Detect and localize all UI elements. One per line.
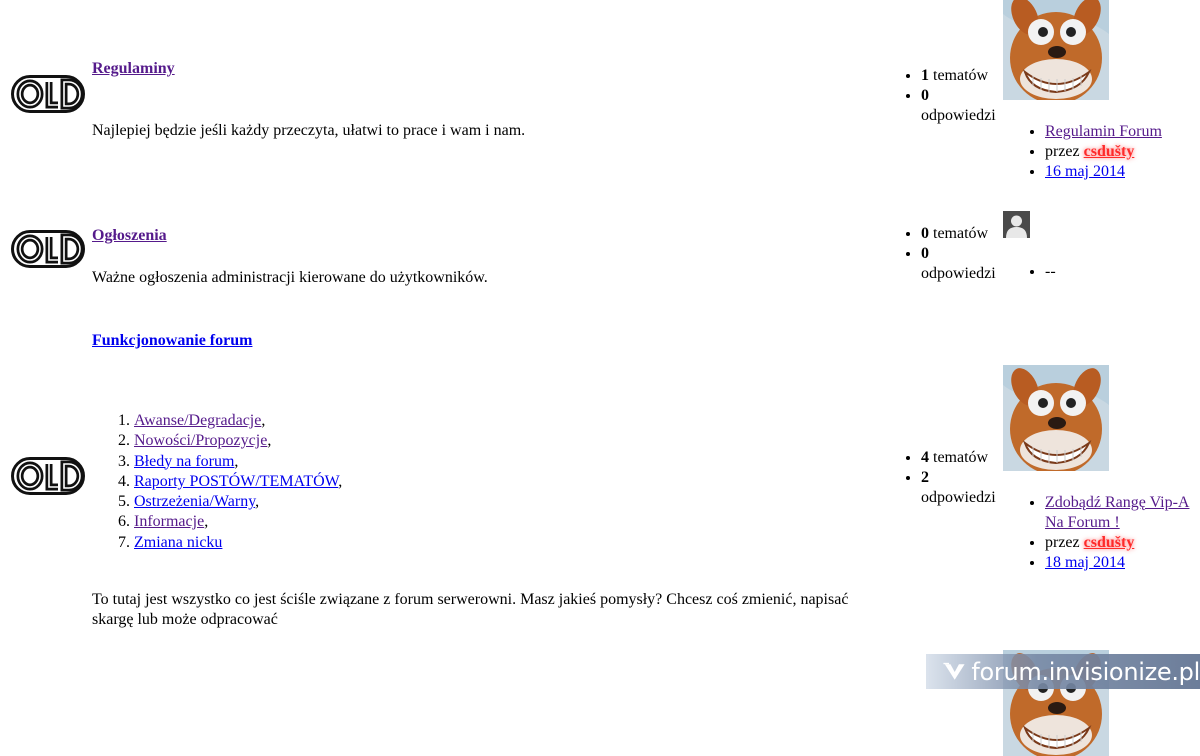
last-post-topic-link[interactable]: Zdobądź Rangę Vip-A Na Forum ! [1045, 494, 1189, 531]
forum-stats: 0 tematów 0 odpowiedzi [901, 224, 1001, 284]
subforum-link-awanse[interactable]: Awanse/Degradacje [134, 412, 261, 429]
topics-count: 4 [921, 449, 929, 466]
subforum-link-nowosci[interactable]: Nowości/Propozycje [134, 432, 267, 449]
replies-stat: 2 odpowiedzi [921, 468, 1001, 508]
last-post-author: przez csdušty [1045, 533, 1200, 553]
last-post-topic: Regulamin Forum [1045, 122, 1200, 142]
last-poster-avatar[interactable] [1003, 0, 1109, 100]
subforum-item: Raporty POSTÓW/TEMATÓW, [134, 472, 492, 492]
forum-description: Najlepiej będzie jeśli każdy przeczyta, … [92, 122, 526, 139]
author-link[interactable]: csdušty [1084, 534, 1135, 551]
subforum-item: Błedy na forum, [134, 452, 492, 472]
replies-label: odpowiedzi [921, 265, 996, 282]
subforum-link-ostrzezenia[interactable]: Ostrzeżenia/Warny [134, 493, 255, 510]
default-avatar-icon[interactable] [1003, 211, 1030, 238]
forum-title-link[interactable]: Funkcjonowanie forum [92, 332, 252, 350]
site-watermark: forum.invisionize.pl [926, 654, 1200, 689]
replies-count: 0 [921, 87, 929, 104]
last-post-author: przez csdušty [1045, 142, 1200, 162]
replies-stat: 0 odpowiedzi [921, 86, 1001, 126]
topics-label: tematów [929, 225, 989, 242]
last-post-info: Regulamin Forum przez csdušty 16 maj 201… [1025, 122, 1200, 182]
last-post-info: Zdobądź Rangę Vip-A Na Forum ! przez csd… [1025, 493, 1200, 573]
forum-stats: 1 tematów 0 odpowiedzi [901, 66, 1001, 126]
forum-status-old-icon [11, 75, 85, 113]
replies-label: odpowiedzi [921, 489, 996, 506]
author-link[interactable]: csdušty [1084, 143, 1135, 160]
subforum-separator: , [261, 412, 266, 429]
subforum-item: Awanse/Degradacje, [134, 411, 492, 431]
subforum-link-bledy[interactable]: Błedy na forum [134, 453, 234, 470]
last-post-info: -- [1025, 262, 1200, 282]
last-poster-avatar[interactable] [1003, 365, 1109, 471]
subforum-item: Nowości/Propozycje, [134, 431, 492, 451]
last-post-date-link[interactable]: 16 maj 2014 [1045, 163, 1125, 180]
forum-title-link[interactable]: Ogłoszenia [92, 227, 167, 245]
replies-count: 0 [921, 245, 929, 262]
topics-label: tematów [929, 449, 989, 466]
topics-stat: 0 tematów [921, 224, 1001, 244]
subforum-separator: , [255, 493, 260, 511]
topics-count: 1 [921, 67, 929, 84]
subforum-link-raporty[interactable]: Raporty POSTÓW/TEMATÓW [134, 473, 338, 490]
subforum-item: Informacje, [134, 512, 492, 532]
subforum-item: Zmiana nicku [134, 533, 492, 553]
subforum-link-informacje[interactable]: Informacje [134, 513, 204, 530]
last-post-topic: Zdobądź Rangę Vip-A Na Forum ! [1045, 493, 1200, 533]
last-post-date-link[interactable]: 18 maj 2014 [1045, 554, 1125, 571]
forum-description: Ważne ogłoszenia administracji kierowane… [92, 269, 488, 286]
forum-description: To tutaj jest wszystko co jest ściśle zw… [92, 591, 849, 628]
replies-label: odpowiedzi [921, 107, 996, 124]
by-label: przez [1045, 143, 1084, 160]
subforum-separator: , [234, 452, 239, 470]
subforum-separator: , [338, 472, 343, 490]
topics-label: tematów [929, 67, 989, 84]
watermark-text: forum.invisionize.pl [971, 657, 1200, 686]
subforum-separator: , [204, 513, 209, 531]
subforum-link-zmiana-nicku[interactable]: Zmiana nicku [134, 534, 222, 551]
topics-count: 0 [921, 225, 929, 242]
topics-stat: 1 tematów [921, 66, 1001, 86]
subforum-list: Awanse/Degradacje, Nowości/Propozycje, B… [92, 411, 492, 553]
forum-status-old-icon [11, 230, 85, 268]
forum-stats: 4 tematów 2 odpowiedzi [901, 448, 1001, 508]
replies-count: 2 [921, 469, 929, 486]
forum-status-old-icon [11, 457, 85, 495]
invisionize-logo-icon [943, 662, 965, 680]
topics-stat: 4 tematów [921, 448, 1001, 468]
last-post-topic-link[interactable]: Regulamin Forum [1045, 123, 1162, 140]
subforum-separator: , [267, 432, 272, 450]
last-post-date: 16 maj 2014 [1045, 162, 1200, 182]
replies-stat: 0 odpowiedzi [921, 244, 1001, 284]
last-post-date: 18 maj 2014 [1045, 553, 1200, 573]
subforum-item: Ostrzeżenia/Warny, [134, 492, 492, 512]
forum-title-link[interactable]: Regulaminy [92, 60, 175, 78]
by-label: przez [1045, 534, 1084, 551]
last-post-empty: -- [1045, 262, 1200, 282]
